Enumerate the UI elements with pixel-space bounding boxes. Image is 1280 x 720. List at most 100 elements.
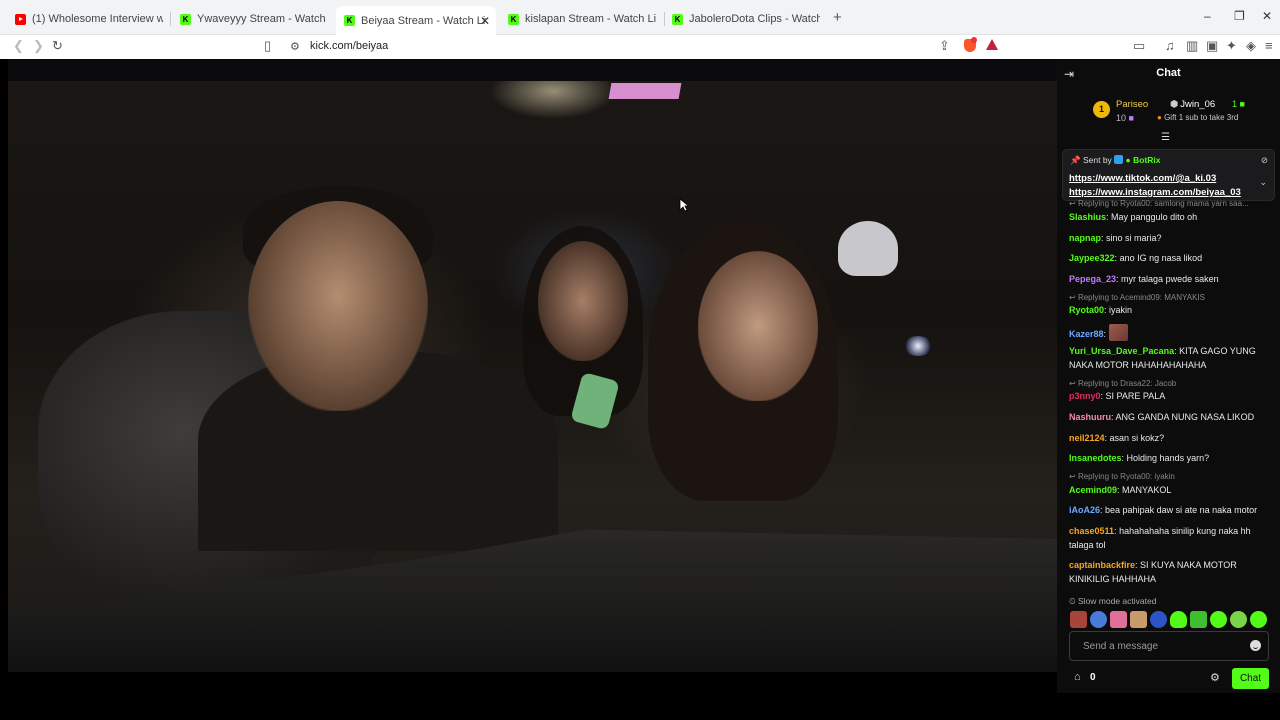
gift-count-value: 1 bbox=[1232, 99, 1238, 109]
channel-points: 0 bbox=[1090, 672, 1096, 683]
chat-username[interactable]: Nashuuru bbox=[1069, 412, 1111, 422]
chevron-down-icon[interactable]: ⌄ bbox=[1259, 177, 1267, 188]
verified-icon: ● bbox=[1125, 155, 1131, 165]
chat-username[interactable]: Acemind09 bbox=[1069, 485, 1117, 495]
bot-name[interactable]: BotRix bbox=[1133, 155, 1160, 165]
reader-mode-icon[interactable]: ▭ bbox=[1133, 38, 1145, 54]
tab-title: (1) Wholesome Interview with T1 Kai bbox=[32, 13, 163, 25]
chat-username[interactable]: neil2124 bbox=[1069, 433, 1105, 443]
gift-icon: ● bbox=[1157, 113, 1162, 122]
mouse-cursor-icon bbox=[679, 198, 689, 212]
reload-icon[interactable]: ↻ bbox=[52, 38, 63, 54]
browser-toolbar: ❮ ❯ ↻ ▯ ⚙ kick.com/beiyaa ⇪ ▭ ♫ ▥ ▣ ✦ ◈ … bbox=[0, 35, 1280, 59]
chat-message: Ryota00: iyakin bbox=[1069, 305, 1133, 315]
gift-prompt[interactable]: ● Gift 1 sub to take 3rd bbox=[1157, 113, 1238, 122]
tab-title: Beiyaa Stream - Watch Live on Kick bbox=[361, 14, 486, 27]
bookmark-icon[interactable]: ▯ bbox=[264, 38, 271, 54]
vpn-icon[interactable]: ◈ bbox=[1246, 38, 1256, 54]
message-input-box bbox=[1069, 631, 1269, 661]
kick-icon: K bbox=[344, 15, 355, 26]
share-icon[interactable]: ⇪ bbox=[939, 38, 950, 54]
media-icon[interactable]: ♫ bbox=[1165, 38, 1175, 53]
reply-context: ↩ Replying to Acemind09: MANYAKIS bbox=[1069, 293, 1205, 302]
chat-username[interactable]: p3nny0 bbox=[1069, 391, 1101, 401]
chat-message: Jaypee322: ano IG ng nasa likod bbox=[1069, 253, 1203, 263]
chat-username[interactable]: Pepega_23 bbox=[1069, 274, 1116, 284]
store-icon[interactable]: ⌂ bbox=[1074, 671, 1081, 683]
gifter-name[interactable]: ⬢ Jwin_06 bbox=[1170, 99, 1215, 110]
browser-tab-strip: (1) Wholesome Interview with T1 Kai K Yw… bbox=[0, 0, 1280, 35]
chat-header: ⇥ Chat bbox=[1057, 59, 1280, 89]
browser-tab[interactable]: K Ywaveyyy Stream - Watch Live on Kick bbox=[180, 8, 328, 30]
chat-username[interactable]: Jaypee322 bbox=[1069, 253, 1115, 263]
emote-icon[interactable] bbox=[1250, 611, 1267, 628]
rank-badge: 1 bbox=[1093, 101, 1110, 118]
browser-tab[interactable]: K JaboleroDota Clips - Watch Live on Kic… bbox=[672, 8, 820, 30]
close-tab-icon[interactable]: ✕ bbox=[480, 14, 490, 28]
pin-icon: 📌 bbox=[1070, 155, 1081, 165]
message-input[interactable] bbox=[1070, 632, 1250, 660]
gift-count: 10 ■ bbox=[1116, 113, 1134, 123]
chat-username[interactable]: Insanedotes bbox=[1069, 453, 1122, 463]
reply-context: ↩ Replying to Ryota00: iyakin bbox=[1069, 472, 1175, 481]
video-scene-element bbox=[838, 221, 898, 276]
emoji-picker-icon[interactable] bbox=[1250, 640, 1261, 651]
top-gifters: 1 Pariseo 10 ■ ⬢ Jwin_06 1 ■ ● Gift 1 sub… bbox=[1057, 94, 1280, 134]
emote-icon[interactable] bbox=[1110, 611, 1127, 628]
chat-username[interactable]: Slashius bbox=[1069, 212, 1106, 222]
unpin-icon[interactable]: ⊘ bbox=[1261, 155, 1268, 166]
emote-icon[interactable] bbox=[1210, 611, 1227, 628]
browser-menu-icon[interactable]: ≡ bbox=[1265, 38, 1273, 53]
leo-ai-icon[interactable]: ✦ bbox=[1226, 38, 1237, 54]
chat-username[interactable]: Yuri_Ursa_Dave_Pacana bbox=[1069, 346, 1174, 356]
chat-panel: ⇥ Chat 1 Pariseo 10 ■ ⬢ Jwin_06 1 ■ ● Gif… bbox=[1057, 59, 1280, 693]
emote-icon[interactable] bbox=[1150, 611, 1167, 628]
browser-tab-active[interactable]: K Beiyaa Stream - Watch Live on Kick ✕ bbox=[336, 6, 496, 35]
address-bar[interactable]: kick.com/beiyaa bbox=[310, 40, 388, 52]
browser-tab[interactable]: (1) Wholesome Interview with T1 Kai bbox=[15, 8, 163, 30]
video-player[interactable] bbox=[8, 59, 1057, 672]
chat-username[interactable]: Ryota00 bbox=[1069, 305, 1104, 315]
new-tab-button[interactable]: + bbox=[833, 9, 842, 26]
chat-title: Chat bbox=[1156, 67, 1181, 79]
brave-rewards-icon[interactable] bbox=[986, 39, 998, 50]
stream-video-frame bbox=[8, 81, 1057, 672]
maximize-icon[interactable]: ❐ bbox=[1234, 9, 1245, 23]
emote-icon[interactable] bbox=[1190, 611, 1207, 628]
sidebar-icon[interactable]: ▥ bbox=[1186, 38, 1198, 54]
forward-icon[interactable]: ❯ bbox=[33, 38, 44, 54]
slow-mode-notice: ⏲ Slow mode activated bbox=[1069, 596, 1156, 607]
gifter-name[interactable]: Pariseo bbox=[1116, 99, 1148, 110]
close-window-icon[interactable]: ✕ bbox=[1262, 9, 1272, 23]
reply-context: ↩ Replying to Ryota00: samlong mama yarn… bbox=[1069, 199, 1249, 208]
gifter-name-label: Jwin_06 bbox=[1180, 99, 1216, 110]
chat-message: Pepega_23: myr talaga pwede saken bbox=[1069, 274, 1219, 284]
emote-icon[interactable] bbox=[1090, 611, 1107, 628]
reply-text: Replying to Drasa22: Jacob bbox=[1077, 379, 1177, 388]
chat-username[interactable]: iAoA26 bbox=[1069, 505, 1100, 515]
chat-username[interactable]: chase0511 bbox=[1069, 526, 1114, 536]
chat-settings-icon[interactable]: ⚙ bbox=[1210, 671, 1220, 684]
chat-username[interactable]: napnap bbox=[1069, 233, 1101, 243]
gift-icon: ■ bbox=[1128, 113, 1134, 123]
reply-text: Replying to Ryota00: samlong mama yarn s… bbox=[1077, 199, 1249, 208]
chat-text: ano IG ng nasa likod bbox=[1119, 253, 1203, 263]
filter-icon[interactable]: ☰ bbox=[1161, 132, 1170, 143]
chat-username[interactable]: Kazer88 bbox=[1069, 329, 1104, 339]
instagram-link[interactable]: https://www.instagram.com/beiyaa_03 bbox=[1069, 187, 1241, 198]
chat-username[interactable]: captainbackfire bbox=[1069, 560, 1135, 570]
back-icon[interactable]: ❮ bbox=[13, 38, 24, 54]
chat-footer: ⌂ 0 ⚙ Chat bbox=[1057, 667, 1280, 691]
emote-icon[interactable] bbox=[1070, 611, 1087, 628]
site-settings-icon[interactable]: ⚙ bbox=[290, 40, 300, 53]
minimize-icon[interactable]: – bbox=[1204, 9, 1211, 23]
emote-icon[interactable] bbox=[1170, 611, 1187, 628]
tiktok-link[interactable]: https://www.tiktok.com/@a_ki.03 bbox=[1069, 173, 1216, 184]
wallet-icon[interactable]: ▣ bbox=[1206, 38, 1218, 54]
chat-message: p3nny0: SI PARE PALA bbox=[1069, 391, 1166, 401]
chat-message: Yuri_Ursa_Dave_Pacana: KITA GAGO YUNG NA… bbox=[1069, 346, 1256, 370]
send-chat-button[interactable]: Chat bbox=[1232, 668, 1269, 689]
emote-icon[interactable] bbox=[1230, 611, 1247, 628]
browser-tab[interactable]: K kislapan Stream - Watch Live on Kick bbox=[508, 8, 656, 30]
emote-icon[interactable] bbox=[1130, 611, 1147, 628]
